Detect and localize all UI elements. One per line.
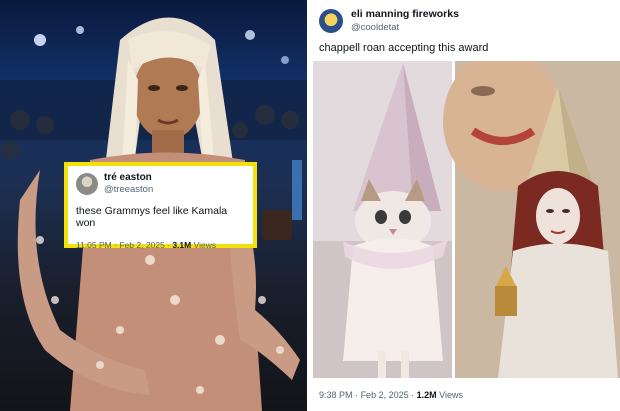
meta-separator: ·	[355, 390, 359, 400]
quoted-tweet-header: tré easton @treeaston	[76, 172, 245, 196]
views-count: 1.2M	[416, 390, 437, 400]
avatar[interactable]	[319, 9, 343, 33]
tweet-time[interactable]: 11:05 PM	[76, 240, 112, 250]
left-photo-panel: tré easton @treeaston these Grammys feel…	[0, 0, 307, 411]
cat-in-wizard-hat-photo[interactable]	[313, 61, 452, 378]
views-label: Views	[193, 240, 217, 250]
tweet-text: these Grammys feel like Kamala won	[76, 205, 228, 229]
tweet-media[interactable]	[313, 61, 620, 378]
tweet-meta: 11:05 PM · Feb 2, 2025 · 3.1M Views	[76, 240, 245, 250]
views-count: 3.1M	[172, 240, 192, 250]
meta-separator: ·	[411, 390, 415, 400]
meta-separator: ·	[114, 240, 117, 250]
author-handle[interactable]: @cooldetat	[351, 21, 459, 34]
tweet-date[interactable]: Feb 2, 2025	[361, 390, 409, 400]
avatar[interactable]	[76, 173, 98, 195]
quoted-tweet-author: tré easton @treeaston	[104, 172, 153, 196]
tweet-meta: 9:38 PM · Feb 2, 2025 · 1.2M Views	[319, 390, 463, 400]
tweet-text: chappell roan accepting this award	[319, 42, 489, 54]
main-tweet[interactable]: eli manning fireworks @cooldetat chappel…	[313, 0, 620, 411]
author-display-name[interactable]: tré easton	[104, 172, 153, 184]
meta-separator: ·	[167, 240, 170, 250]
performer-in-cone-hat-photo[interactable]	[443, 61, 620, 378]
tweet-time[interactable]: 9:38 PM	[319, 390, 353, 400]
quoted-tweet-card[interactable]: tré easton @treeaston these Grammys feel…	[64, 162, 257, 250]
tweet-author: eli manning fireworks @cooldetat	[351, 8, 459, 34]
author-display-name[interactable]: eli manning fireworks	[351, 8, 459, 21]
author-handle[interactable]: @treeaston	[104, 184, 153, 196]
views-label: Views	[439, 390, 464, 400]
tweet-header: eli manning fireworks @cooldetat	[319, 8, 459, 34]
tweet-date[interactable]: Feb 2, 2025	[119, 240, 164, 250]
